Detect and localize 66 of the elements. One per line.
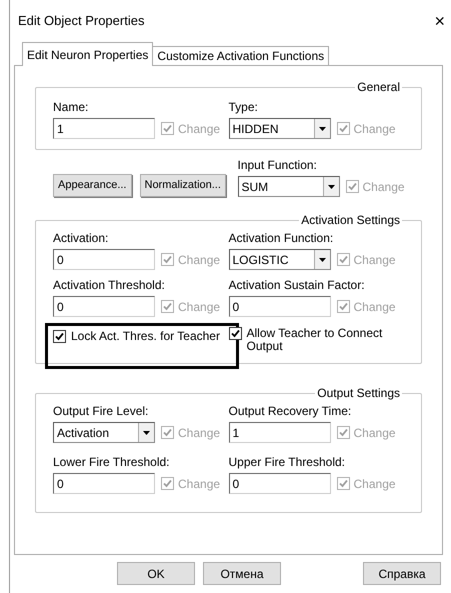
dropdown[interactable]: SUM — [238, 176, 340, 197]
change-label: Change — [178, 252, 220, 268]
change-label: Change — [178, 424, 220, 442]
change-label: Change — [178, 476, 220, 492]
change-label: Change — [362, 178, 405, 196]
group-title: General — [356, 79, 401, 96]
dialog-button[interactable]: Normalization... — [140, 174, 226, 197]
text-field[interactable]: 1 — [53, 118, 155, 139]
field-label: Output Fire Level: — [53, 403, 150, 420]
dropdown-arrow-icon — [318, 258, 326, 262]
check-icon — [163, 479, 172, 488]
field-label: Activation: — [53, 230, 110, 247]
check-icon — [163, 302, 172, 311]
text-field[interactable]: 0 — [53, 296, 155, 317]
text-field[interactable]: 0 — [228, 296, 330, 317]
check-icon — [338, 302, 348, 311]
text-field[interactable]: 0 — [228, 473, 330, 494]
group-title: Activation Settings — [300, 212, 401, 229]
dialog-button[interactable]: Отмена — [203, 562, 281, 585]
tab[interactable]: Customize Activation Functions — [153, 46, 330, 66]
change-label: Change — [178, 298, 220, 316]
tab[interactable]: Edit Neuron Properties — [22, 42, 154, 66]
field-label: Lower Fire Threshold: — [53, 454, 170, 471]
dropdown-arrow-icon — [143, 430, 150, 434]
field-label: Activation Sustain Factor: — [228, 277, 366, 294]
text-field[interactable]: 0 — [53, 249, 155, 270]
change-label: Change — [354, 476, 396, 492]
change-label: Change — [354, 298, 396, 316]
dialog-button[interactable]: Appearance... — [53, 174, 132, 197]
check-icon — [163, 124, 172, 133]
group-title: Output Settings — [316, 385, 401, 402]
change-label: Change — [354, 120, 396, 138]
dropdown-arrow-icon — [328, 184, 334, 188]
field-label: Name: — [53, 99, 90, 116]
field-label: Upper Fire Threshold: — [228, 454, 346, 471]
checkbox-label: Lock Act. Thres. for Teacher — [71, 330, 221, 343]
check-icon — [163, 255, 172, 264]
field-label: Output Recovery Time: — [228, 403, 352, 420]
change-label: Change — [354, 424, 396, 442]
check-icon — [338, 479, 348, 488]
dropdown[interactable]: LOGISTIC — [228, 249, 330, 270]
text-field[interactable]: 0 — [53, 473, 155, 494]
change-label: Change — [178, 120, 220, 138]
field-label: Input Function: — [238, 157, 318, 174]
dialog-button[interactable]: OK — [117, 562, 195, 585]
check-icon — [338, 255, 348, 264]
dropdown[interactable]: HIDDEN — [228, 118, 330, 139]
dropdown[interactable]: Activation — [53, 422, 155, 443]
close-button[interactable]: × — [434, 12, 445, 30]
check-icon — [338, 124, 348, 133]
checkbox-label: Allow Teacher to Connect Output — [246, 327, 384, 353]
checkbox[interactable] — [53, 330, 66, 343]
check-icon — [338, 428, 348, 437]
window-title: Edit Object Properties — [18, 12, 144, 30]
change-label: Change — [354, 252, 396, 268]
check-icon — [348, 182, 356, 191]
dialog-button[interactable]: Справка — [363, 562, 441, 585]
check-icon — [163, 428, 172, 437]
field-label: Activation Threshold: — [53, 277, 166, 294]
check-icon — [230, 329, 240, 338]
field-label: Type: — [228, 99, 259, 116]
checkbox[interactable] — [228, 327, 242, 340]
check-icon — [55, 332, 64, 341]
dropdown-arrow-icon — [318, 126, 326, 130]
field-label: Activation Function: — [228, 230, 334, 247]
text-field[interactable]: 1 — [228, 422, 330, 443]
